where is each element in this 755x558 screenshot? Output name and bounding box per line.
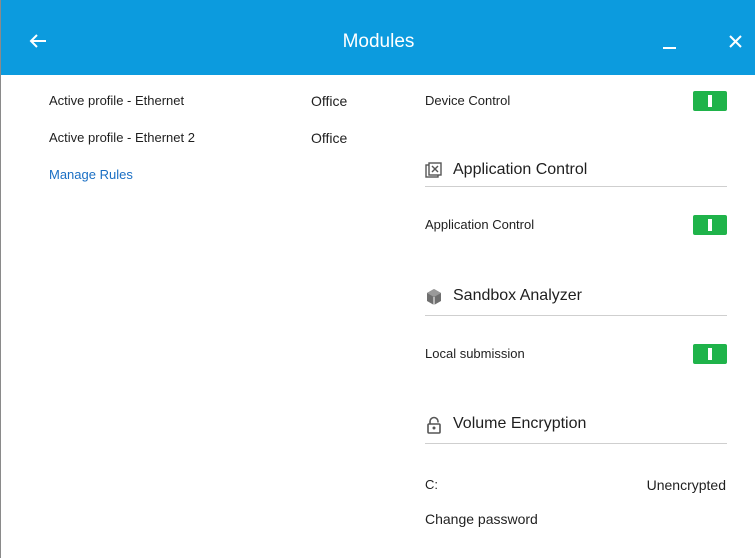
drive-label: C: [425,477,438,492]
change-password-link[interactable]: Change password [425,510,538,528]
minimize-icon [663,47,676,49]
section-divider [425,443,727,444]
application-control-icon [425,162,442,178]
window-title: Modules [342,31,415,52]
firewall-profile-value: Office [311,130,348,146]
volume-encryption-section-title: Volume Encryption [453,415,587,432]
application-control-section-title: Application Control [453,161,588,178]
device-control-label: Device Control [425,93,511,108]
toggle-knob [708,348,712,360]
section-divider [425,186,727,187]
application-control-label: Application Control [425,217,535,232]
padlock-icon [427,416,441,434]
close-icon [729,35,742,48]
modules-window: Modules Active profile - Ethernet Office… [0,0,755,558]
toggle-knob [708,95,712,107]
close-button[interactable] [723,28,749,54]
section-divider [425,315,727,316]
local-submission-toggle[interactable] [693,344,727,364]
firewall-profile-label: Active profile - Ethernet 2 [49,130,195,145]
sandbox-cube-icon [427,289,441,305]
volume-encryption-section-header: Volume Encryption [425,412,727,442]
sandbox-analyzer-section-title: Sandbox Analyzer [453,287,582,304]
minimize-button[interactable] [657,28,683,54]
firewall-profile-value: Office [311,93,348,109]
title-bar: Modules [1,0,755,75]
application-control-section-header: Application Control [425,158,727,188]
application-control-toggle[interactable] [693,215,727,235]
toggle-knob [708,219,712,231]
drive-encryption-status: Unencrypted [646,477,726,493]
device-control-toggle[interactable] [693,91,727,111]
local-submission-label: Local submission [425,346,525,361]
sandbox-analyzer-section-header: Sandbox Analyzer [425,284,727,314]
manage-rules-link[interactable]: Manage Rules [49,166,133,184]
firewall-profile-label: Active profile - Ethernet [49,93,185,108]
